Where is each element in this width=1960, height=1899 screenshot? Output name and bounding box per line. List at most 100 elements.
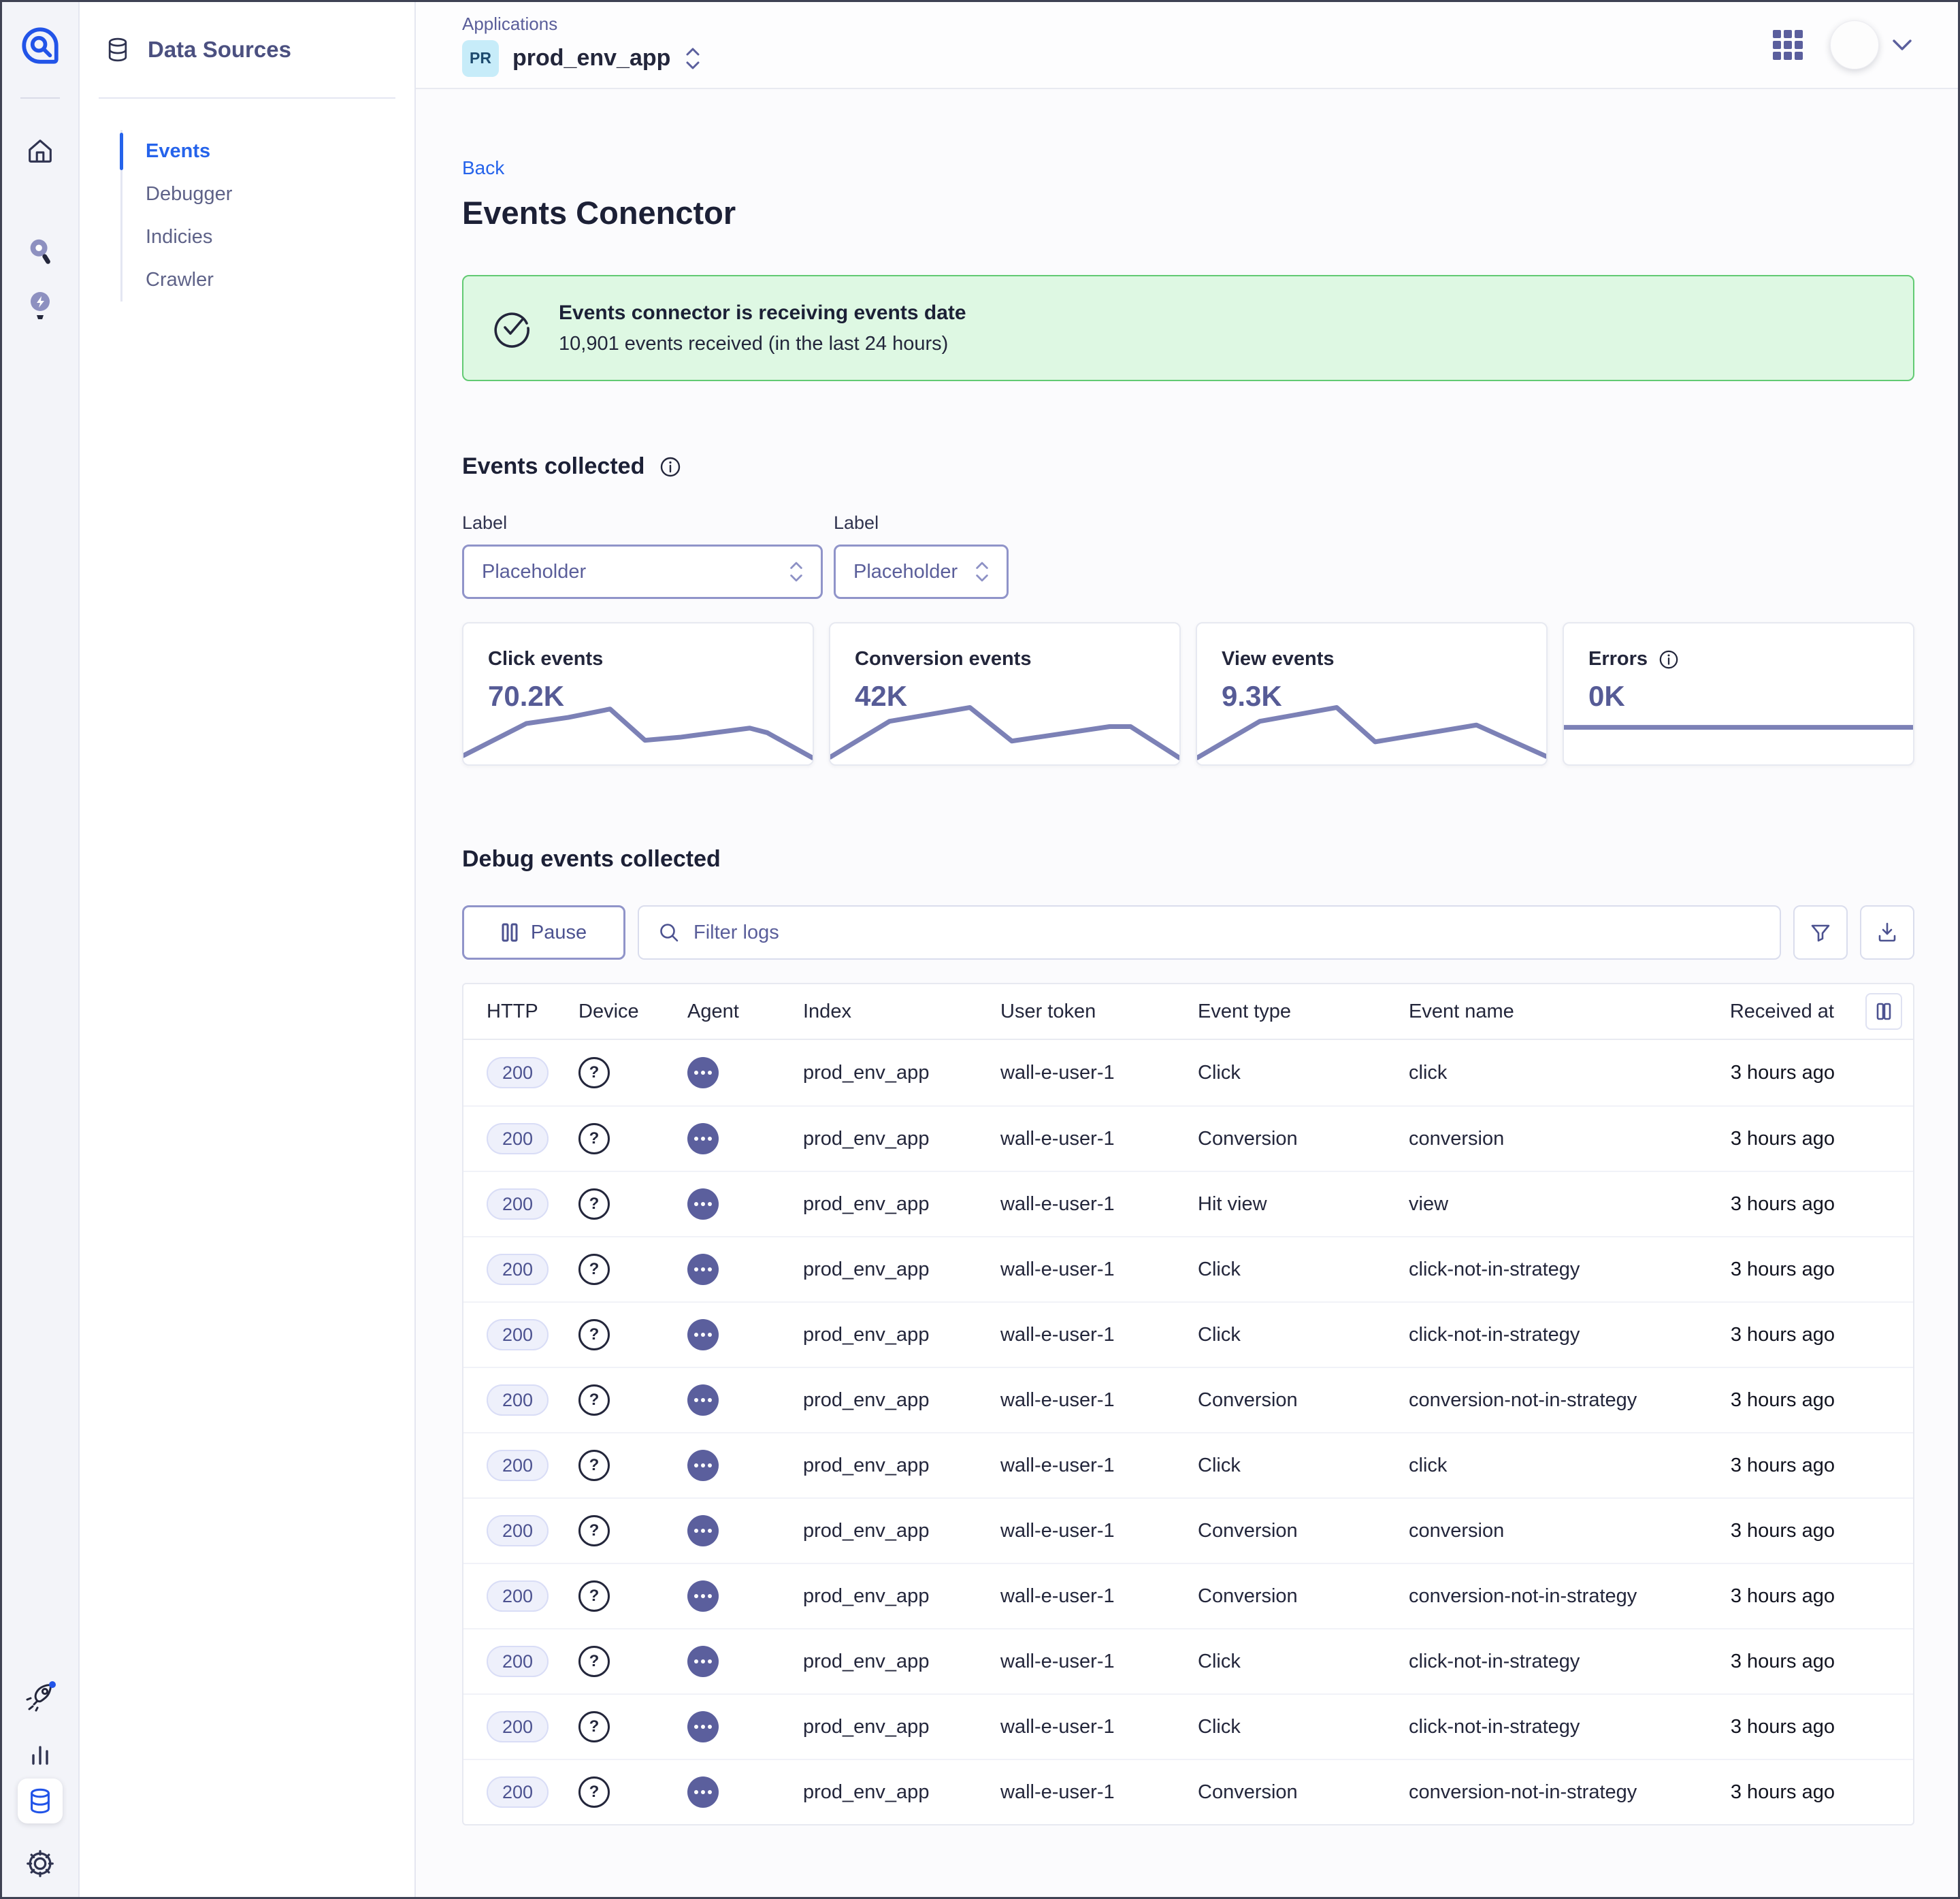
table-row[interactable]: 200 ? prod_env_app wall-e-user-1 Click c…	[463, 1301, 1913, 1367]
device-unknown-icon: ?	[578, 1319, 610, 1350]
table-row[interactable]: 200 ? prod_env_app wall-e-user-1 Click c…	[463, 1236, 1913, 1301]
smart-suggestions-icon[interactable]	[25, 288, 55, 323]
cell-index: prod_env_app	[803, 1062, 1000, 1084]
nav-item-indicies[interactable]: Indicies	[122, 216, 398, 259]
app-name: prod_env_app	[512, 45, 670, 71]
nav-item-debugger[interactable]: Debugger	[122, 173, 398, 216]
table-row[interactable]: 200 ? prod_env_app wall-e-user-1 Convers…	[463, 1759, 1913, 1824]
cell-user-token: wall-e-user-1	[1000, 1259, 1198, 1281]
cell-received-at: 3 hours ago	[1729, 1455, 1902, 1477]
col-device[interactable]: Device	[578, 1001, 687, 1023]
http-status-badge: 200	[487, 1384, 549, 1416]
analytics-icon[interactable]	[25, 1739, 55, 1769]
cell-user-token: wall-e-user-1	[1000, 1128, 1198, 1150]
cell-index: prod_env_app	[803, 1716, 1000, 1738]
icon-rail	[2, 2, 80, 1897]
info-icon[interactable]	[659, 456, 681, 478]
device-unknown-icon: ?	[578, 1384, 610, 1416]
table-row[interactable]: 200 ? prod_env_app wall-e-user-1 Click c…	[463, 1693, 1913, 1759]
home-icon[interactable]	[24, 135, 56, 167]
application-switcher[interactable]: Applications PR prod_env_app	[462, 14, 702, 77]
col-http[interactable]: HTTP	[487, 1001, 578, 1023]
settings-gear-icon[interactable]	[24, 1848, 56, 1879]
filter-label: Label	[462, 513, 823, 534]
http-status-badge: 200	[487, 1254, 549, 1285]
filter-logs-field[interactable]	[638, 905, 1781, 960]
banner-subtitle: 10,901 events received (in the last 24 h…	[559, 333, 966, 355]
sparkline-chart	[830, 685, 1179, 762]
columns-icon	[1875, 1002, 1893, 1021]
select-chevrons-icon[interactable]	[684, 45, 702, 72]
col-event-name[interactable]: Event name	[1409, 1001, 1729, 1023]
card-title: Errors	[1588, 648, 1648, 670]
nav-item-events[interactable]: Events	[122, 130, 398, 173]
col-event-type[interactable]: Event type	[1198, 1001, 1409, 1023]
table-row[interactable]: 200 ? prod_env_app wall-e-user-1 Convers…	[463, 1367, 1913, 1432]
table-header: HTTP Device Agent Index User token Event…	[463, 984, 1913, 1040]
cell-index: prod_env_app	[803, 1651, 1000, 1673]
table-row[interactable]: 200 ? prod_env_app wall-e-user-1 Click c…	[463, 1628, 1913, 1693]
table-row[interactable]: 200 ? prod_env_app wall-e-user-1 Convers…	[463, 1105, 1913, 1171]
agent-icon	[687, 1646, 719, 1677]
cell-event-name: conversion-not-in-strategy	[1409, 1781, 1729, 1804]
cell-index: prod_env_app	[803, 1455, 1000, 1477]
col-received-at[interactable]: Received at	[1730, 1001, 1834, 1023]
col-user-token[interactable]: User token	[1000, 1001, 1198, 1023]
card-title: Click events	[488, 648, 603, 670]
cell-event-type: Conversion	[1198, 1585, 1409, 1608]
col-index[interactable]: Index	[803, 1001, 1000, 1023]
label-select-2[interactable]: Placeholder	[834, 545, 1009, 599]
agent-icon	[687, 1123, 719, 1154]
table-body: 200 ? prod_env_app wall-e-user-1 Click c…	[463, 1040, 1913, 1824]
download-button[interactable]	[1860, 905, 1914, 960]
device-unknown-icon: ?	[578, 1711, 610, 1742]
rocket-icon[interactable]	[22, 1678, 58, 1713]
label-select-1[interactable]: Placeholder	[462, 545, 823, 599]
table-row[interactable]: 200 ? prod_env_app wall-e-user-1 Convers…	[463, 1497, 1913, 1563]
info-icon[interactable]	[1659, 649, 1679, 670]
device-unknown-icon: ?	[578, 1776, 610, 1808]
col-agent[interactable]: Agent	[687, 1001, 803, 1023]
cell-event-type: Conversion	[1198, 1128, 1409, 1150]
algolia-logo-icon[interactable]	[20, 25, 61, 66]
sparkline-chart	[1564, 685, 1913, 762]
avatar[interactable]	[1830, 20, 1879, 69]
search-recommend-icon[interactable]	[24, 235, 56, 269]
cell-received-at: 3 hours ago	[1729, 1259, 1902, 1281]
card-title: View events	[1222, 648, 1335, 670]
data-sources-icon-active[interactable]	[18, 1779, 63, 1823]
cell-received-at: 3 hours ago	[1729, 1193, 1902, 1216]
main-area: Applications PR prod_env_app	[416, 2, 1958, 1897]
table-row[interactable]: 200 ? prod_env_app wall-e-user-1 Click c…	[463, 1432, 1913, 1497]
debug-events-heading: Debug events collected	[462, 846, 721, 873]
pause-label: Pause	[531, 922, 587, 944]
table-row[interactable]: 200 ? prod_env_app wall-e-user-1 Hit vie…	[463, 1171, 1913, 1236]
cell-event-type: Click	[1198, 1062, 1409, 1084]
cell-received-at: 3 hours ago	[1729, 1128, 1902, 1150]
pause-button[interactable]: Pause	[462, 905, 625, 960]
filter-group-1: Label Placeholder	[462, 513, 823, 599]
agent-icon	[687, 1711, 719, 1742]
cell-event-type: Click	[1198, 1651, 1409, 1673]
stat-card-errors: Errors 0K	[1563, 622, 1914, 766]
http-status-badge: 200	[487, 1776, 549, 1808]
cell-index: prod_env_app	[803, 1389, 1000, 1412]
nav-item-crawler[interactable]: Crawler	[122, 259, 398, 302]
agent-icon	[687, 1384, 719, 1416]
sparkline-chart	[463, 685, 813, 762]
cell-event-name: click	[1409, 1455, 1729, 1477]
filter-button[interactable]	[1793, 905, 1848, 960]
back-link[interactable]: Back	[462, 157, 504, 179]
cell-user-token: wall-e-user-1	[1000, 1651, 1198, 1673]
cell-event-name: click-not-in-strategy	[1409, 1716, 1729, 1738]
table-row[interactable]: 200 ? prod_env_app wall-e-user-1 Click c…	[463, 1040, 1913, 1105]
columns-toggle-button[interactable]	[1865, 993, 1902, 1030]
cell-event-name: view	[1409, 1193, 1729, 1216]
table-row[interactable]: 200 ? prod_env_app wall-e-user-1 Convers…	[463, 1563, 1913, 1628]
cell-user-token: wall-e-user-1	[1000, 1193, 1198, 1216]
app-grid-icon[interactable]	[1773, 30, 1803, 60]
events-collected-heading: Events collected	[462, 453, 644, 480]
select-chevrons-icon	[974, 559, 990, 585]
filter-logs-input[interactable]	[693, 922, 1761, 944]
user-menu[interactable]	[1830, 20, 1913, 69]
